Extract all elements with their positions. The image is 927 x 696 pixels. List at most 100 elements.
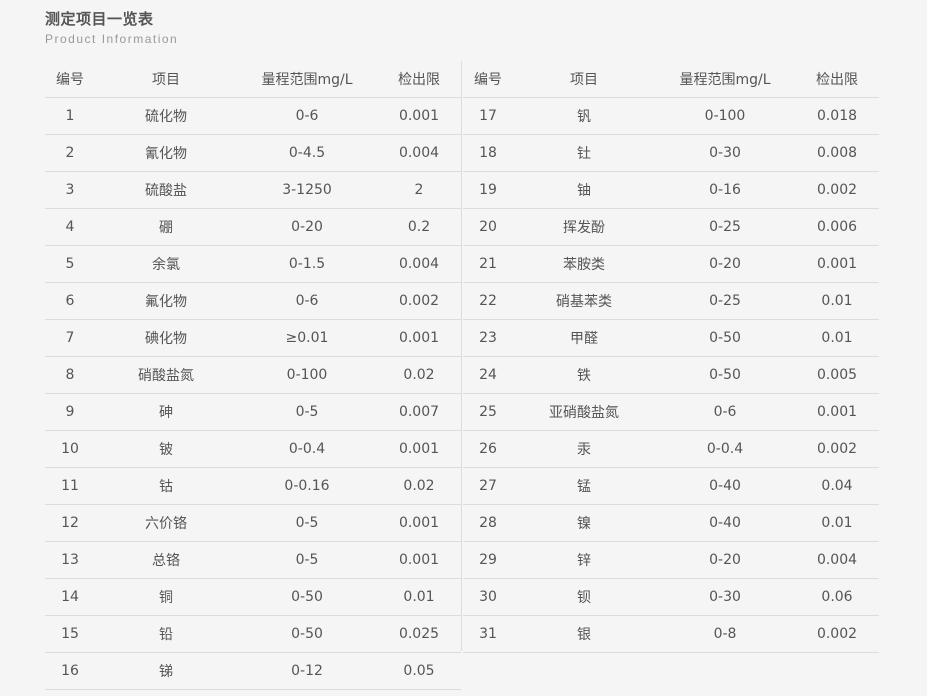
table-row: 9 砷 0-5 0.007 (45, 393, 461, 431)
table-row: 1 硫化物 0-6 0.001 (45, 97, 461, 135)
cell-number: 6 (45, 282, 95, 320)
cell-item: 锌 (513, 541, 655, 579)
column-header-item: 项目 (95, 61, 237, 98)
cell-item: 氟化物 (95, 282, 237, 320)
cell-item: 甲醛 (513, 319, 655, 357)
table-row: 14 铜 0-50 0.01 (45, 578, 461, 616)
cell-range: 0-12 (237, 652, 377, 690)
cell-item: 六价铬 (95, 504, 237, 542)
cell-number: 25 (463, 393, 513, 431)
table-row: 18 钍 0-30 0.008 (463, 134, 879, 172)
cell-number: 29 (463, 541, 513, 579)
table-row: 25 亚硝酸盐氮 0-6 0.001 (463, 393, 879, 431)
cell-range: 0-30 (655, 134, 795, 172)
cell-number: 17 (463, 97, 513, 135)
cell-item: 硼 (95, 208, 237, 246)
cell-item: 银 (513, 615, 655, 653)
cell-detection-limit: 0.04 (795, 467, 879, 505)
table-row: 24 铁 0-50 0.005 (463, 356, 879, 394)
cell-range: ≥0.01 (237, 319, 377, 357)
table-row: 12 六价铬 0-5 0.001 (45, 504, 461, 542)
cell-item: 硝酸盐氮 (95, 356, 237, 394)
cell-number: 18 (463, 134, 513, 172)
cell-detection-limit: 0.01 (795, 319, 879, 357)
cell-range: 0-50 (655, 356, 795, 394)
cell-detection-limit: 0.002 (795, 171, 879, 209)
cell-number: 4 (45, 208, 95, 246)
cell-range: 0-5 (237, 393, 377, 431)
cell-detection-limit: 0.001 (795, 245, 879, 283)
cell-detection-limit: 0.06 (795, 578, 879, 616)
cell-item: 氰化物 (95, 134, 237, 172)
table-row: 5 余氯 0-1.5 0.004 (45, 245, 461, 283)
cell-number: 28 (463, 504, 513, 542)
column-header-number: 编号 (463, 61, 513, 98)
cell-detection-limit: 0.006 (795, 208, 879, 246)
column-header-range: 量程范围mg/L (655, 61, 795, 98)
cell-number: 14 (45, 578, 95, 616)
cell-detection-limit: 0.018 (795, 97, 879, 135)
cell-detection-limit: 0.004 (377, 134, 461, 172)
cell-detection-limit: 0.05 (377, 652, 461, 690)
cell-number: 23 (463, 319, 513, 357)
cell-detection-limit: 0.001 (377, 430, 461, 468)
cell-range: 3-1250 (237, 171, 377, 209)
cell-item: 铀 (513, 171, 655, 209)
cell-detection-limit: 0.01 (795, 282, 879, 320)
column-header-detection-limit: 检出限 (795, 61, 879, 98)
cell-detection-limit: 0.005 (795, 356, 879, 394)
cell-detection-limit: 0.002 (377, 282, 461, 320)
cell-detection-limit: 0.001 (377, 97, 461, 135)
table-row: 6 氟化物 0-6 0.002 (45, 282, 461, 320)
table-header-row: 编号 项目 量程范围mg/L 检出限 (45, 61, 461, 98)
cell-number: 21 (463, 245, 513, 283)
cell-number: 9 (45, 393, 95, 431)
cell-number: 16 (45, 652, 95, 690)
cell-detection-limit: 0.01 (795, 504, 879, 542)
cell-detection-limit: 2 (377, 171, 461, 209)
cell-number: 22 (463, 282, 513, 320)
cell-item: 铁 (513, 356, 655, 394)
cell-range: 0-5 (237, 541, 377, 579)
cell-range: 0-25 (655, 282, 795, 320)
cell-item: 镍 (513, 504, 655, 542)
table-row: 16 锑 0-12 0.05 (45, 652, 461, 690)
table-row: 22 硝基苯类 0-25 0.01 (463, 282, 879, 320)
cell-item: 汞 (513, 430, 655, 468)
table-row: 11 钴 0-0.16 0.02 (45, 467, 461, 505)
cell-range: 0-100 (237, 356, 377, 394)
cell-item: 铜 (95, 578, 237, 616)
cell-range: 0-8 (655, 615, 795, 653)
cell-range: 0-100 (655, 97, 795, 135)
cell-number: 26 (463, 430, 513, 468)
table-row: 15 铅 0-50 0.025 (45, 615, 461, 653)
cell-item: 锑 (95, 652, 237, 690)
cell-range: 0-5 (237, 504, 377, 542)
cell-detection-limit: 0.004 (795, 541, 879, 579)
column-header-detection-limit: 检出限 (377, 61, 461, 98)
table-row: 3 硫酸盐 3-1250 2 (45, 171, 461, 209)
cell-item: 锰 (513, 467, 655, 505)
cell-range: 0-50 (237, 615, 377, 653)
table-row: 2 氰化物 0-4.5 0.004 (45, 134, 461, 172)
cell-detection-limit: 0.2 (377, 208, 461, 246)
cell-item: 钴 (95, 467, 237, 505)
cell-detection-limit: 0.008 (795, 134, 879, 172)
cell-item: 钡 (513, 578, 655, 616)
cell-item: 铍 (95, 430, 237, 468)
cell-detection-limit: 0.001 (377, 541, 461, 579)
cell-detection-limit: 0.004 (377, 245, 461, 283)
cell-range: 0-16 (655, 171, 795, 209)
cell-range: 0-6 (237, 97, 377, 135)
page-title: 测定项目一览表 (45, 10, 154, 28)
cell-number: 1 (45, 97, 95, 135)
cell-number: 5 (45, 245, 95, 283)
cell-range: 0-30 (655, 578, 795, 616)
cell-range: 0-20 (655, 245, 795, 283)
table-row: 8 硝酸盐氮 0-100 0.02 (45, 356, 461, 394)
cell-number: 30 (463, 578, 513, 616)
cell-number: 12 (45, 504, 95, 542)
cell-detection-limit: 0.002 (795, 430, 879, 468)
cell-item: 钍 (513, 134, 655, 172)
table-row: 7 碘化物 ≥0.01 0.001 (45, 319, 461, 357)
